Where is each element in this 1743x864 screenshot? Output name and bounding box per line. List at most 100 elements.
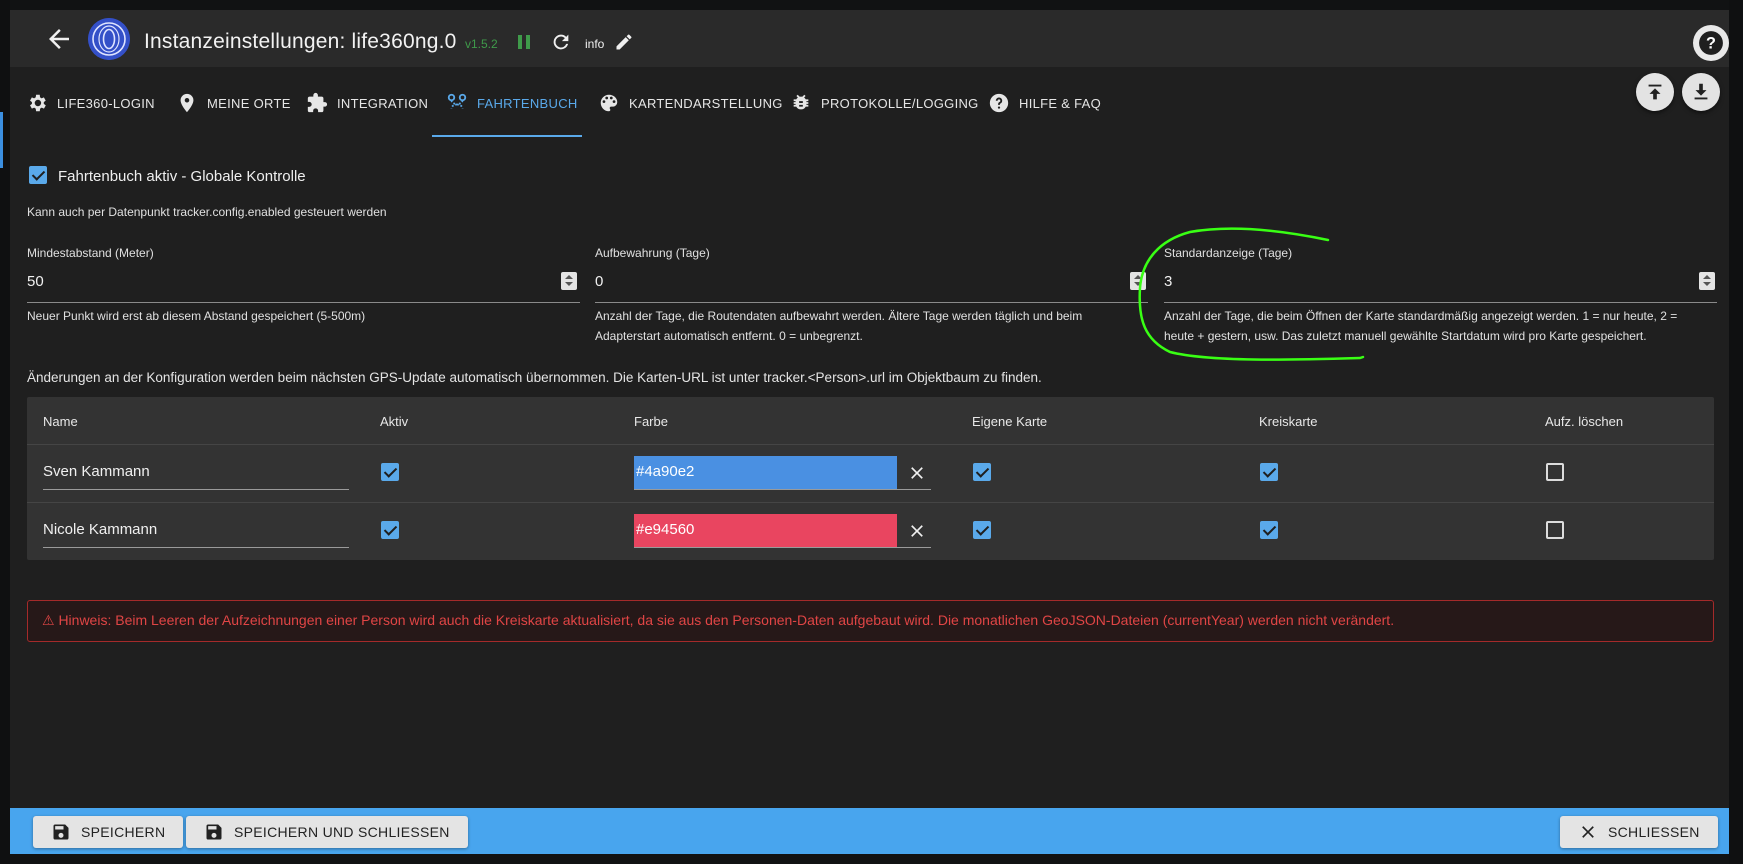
tab-label: KARTENDARSTELLUNG [629,95,783,111]
puzzle-icon [307,92,328,113]
number-spinner[interactable] [561,272,577,290]
field-underline [43,547,349,548]
person-name-input[interactable]: Sven Kammann [43,463,349,490]
column-header-own-map: Eigene Karte [972,414,1048,429]
tab-label: PROTOKOLLE/LOGGING [821,95,979,111]
palette-icon [600,94,618,112]
dialog-footer: SPEICHERN SPEICHERN UND SCHLIESSEN SCHLI… [10,808,1729,854]
bug-icon [793,94,809,110]
circle-map-checkbox[interactable] [1260,521,1278,539]
save-and-close-label: SPEICHERN UND SCHLIESSEN [234,824,450,840]
number-spinner[interactable] [1130,272,1146,290]
column-header-name: Name [43,414,78,429]
field-underline [595,302,1148,303]
person-name-input[interactable]: Nicole Kammann [43,521,349,548]
close-icon [1582,826,1594,838]
clear-records-checkbox[interactable] [1546,463,1564,481]
help-line: Adapterstart automatisch entfernt. 0 = u… [595,329,863,343]
person-name: Nicole Kammann [43,521,158,538]
color-field: #4a90e2 [634,456,931,490]
version-label: v1.5.2 [465,37,498,51]
default-days-help: Anzahl der Tage, die beim Öffnen der Kar… [1164,306,1677,346]
column-header-active: Aktiv [380,414,409,429]
tab-fahrtenbuch[interactable]: FAHRTENBUCH [446,67,578,139]
gear-icon [30,94,46,112]
active-checkbox[interactable] [381,521,399,539]
retention-help: Anzahl der Tage, die Routendaten aufbewa… [595,306,1082,346]
field-label: Mindestabstand (Meter) [27,246,154,260]
min-distance-input[interactable]: 50 [27,273,44,290]
default-days-field: Standardanzeige (Tage) 3 [1164,246,1717,304]
retention-input[interactable]: 0 [595,273,603,290]
reload-icon[interactable] [550,31,572,53]
tab-protokolle-logging[interactable]: PROTOKOLLE/LOGGING [790,67,979,139]
help-button[interactable]: ? [1693,25,1729,61]
persons-table: Name Aktiv Farbe Eigene Karte Kreiskarte… [27,397,1714,560]
column-header-clear-records: Aufz. löschen [1545,414,1624,429]
help-circle-icon [989,93,1009,113]
field-underline [1164,302,1717,303]
dialog-header: Instanzeinstellungen: life360ng.0 v1.5.2… [10,10,1729,67]
number-spinner[interactable] [1699,272,1715,290]
table-row: Sven Kammann #4a90e2 [27,444,1714,501]
circle-map-checkbox[interactable] [1260,463,1278,481]
instance-settings-dialog: Instanzeinstellungen: life360ng.0 v1.5.2… [10,10,1729,854]
download-icon [1694,83,1708,100]
field-underline [634,547,931,548]
upload-button[interactable] [1636,73,1674,111]
download-button[interactable] [1682,73,1720,111]
back-arrow-icon[interactable] [44,24,74,54]
log-level-label[interactable]: info [585,37,604,51]
clear-records-checkbox[interactable] [1546,521,1564,539]
close-label: SCHLIESSEN [1608,824,1700,840]
tracker-enabled-hint: Kann auch per Datenpunkt tracker.config.… [27,205,387,219]
upload-icon [1648,84,1662,100]
page-title: Instanzeinstellungen: life360ng.0 [144,30,457,53]
active-checkbox[interactable] [381,463,399,481]
field-underline [634,489,931,490]
person-name: Sven Kammann [43,463,150,480]
tab-bar: LIFE360-LOGIN MEINE ORTE INTEGRATION FAH… [10,67,1710,139]
own-map-checkbox[interactable] [973,521,991,539]
tracker-enabled-checkbox[interactable] [29,166,47,184]
tab-label: LIFE360-LOGIN [57,95,155,111]
tab-label: HILFE & FAQ [1019,95,1102,111]
tab-label: FAHRTENBUCH [477,95,578,111]
save-and-close-button[interactable]: SPEICHERN UND SCHLIESSEN [186,816,468,848]
color-field: #e94560 [634,514,931,548]
tab-hilfe-faq[interactable]: HILFE & FAQ [988,67,1101,139]
field-underline [43,489,349,490]
close-icon[interactable] [907,463,927,483]
location-pin-icon [180,93,194,113]
save-button[interactable]: SPEICHERN [33,816,184,848]
route-icon [447,93,467,109]
tab-label: INTEGRATION [337,95,429,111]
pencil-icon[interactable] [614,32,634,52]
svg-text:?: ? [1706,34,1716,52]
tab-kartendarstellung[interactable]: KARTENDARSTELLUNG [598,67,783,139]
close-button[interactable]: SCHLIESSEN [1560,816,1718,848]
retention-field: Aufbewahrung (Tage) 0 [595,246,1148,304]
tracker-enabled-label: Fahrtenbuch aktiv - Globale Kontrolle [58,168,306,185]
default-days-input[interactable]: 3 [1164,273,1172,290]
config-info-text: Änderungen an der Konfiguration werden b… [27,370,1042,385]
left-accent [0,112,3,168]
active-tab-indicator [432,135,582,137]
column-header-circle-map: Kreiskarte [1259,414,1318,429]
close-icon[interactable] [907,521,927,541]
floppy-disk-icon [206,824,222,840]
tab-integration[interactable]: INTEGRATION [306,67,428,139]
tab-meine-orte[interactable]: MEINE ORTE [176,67,291,139]
life360-logo [88,18,130,60]
color-input[interactable]: #4a90e2 [634,456,897,489]
help-line: Anzahl der Tage, die beim Öffnen der Kar… [1164,309,1678,323]
field-label: Standardanzeige (Tage) [1164,246,1293,260]
warning-banner: ⚠ Hinweis: Beim Leeren der Aufzeichnunge… [27,600,1714,642]
color-input[interactable]: #e94560 [634,514,897,547]
column-header-color: Farbe [634,414,668,429]
own-map-checkbox[interactable] [973,463,991,481]
table-row: Nicole Kammann #e94560 [27,502,1714,559]
tab-life360-login[interactable]: LIFE360-LOGIN [26,67,155,139]
help-line: Anzahl der Tage, die Routendaten aufbewa… [595,309,1083,323]
pause-icon[interactable] [516,34,532,50]
